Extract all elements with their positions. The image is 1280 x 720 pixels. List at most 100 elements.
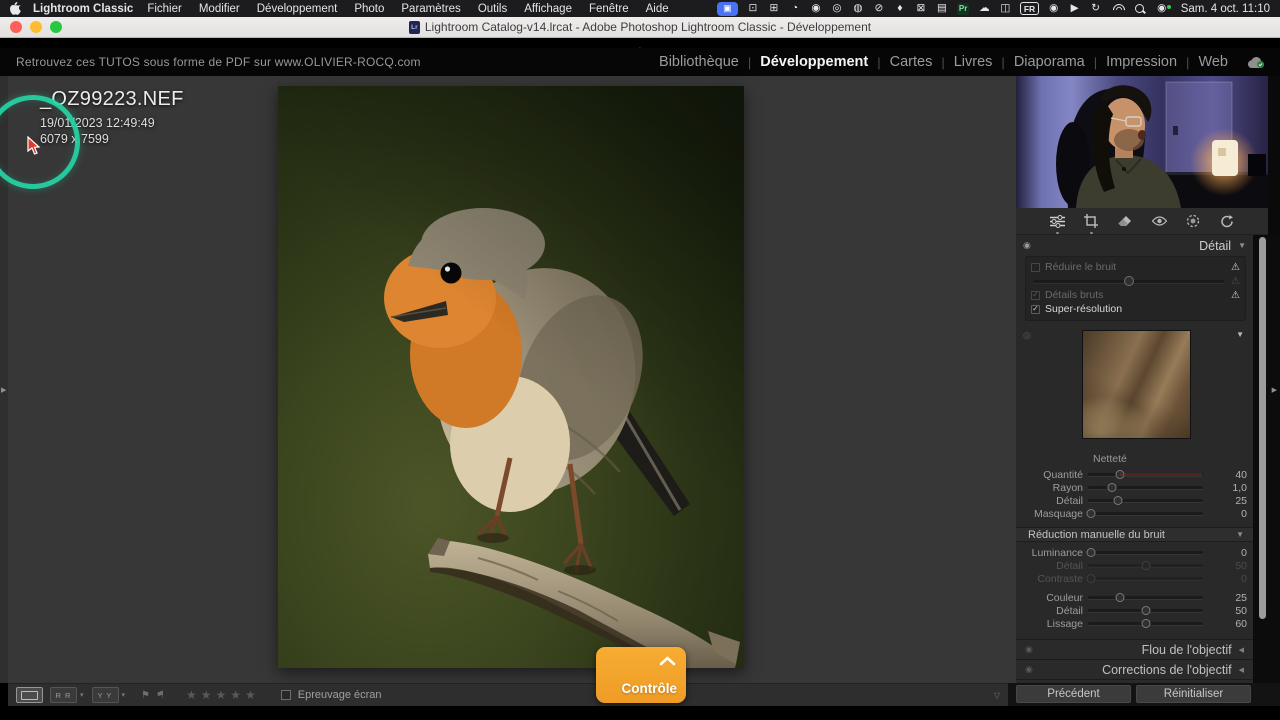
detail-collapse-icon[interactable]: ▼ xyxy=(1238,241,1246,250)
toolbar-options-caret-icon[interactable]: ▽ xyxy=(994,691,1000,700)
slider-track[interactable] xyxy=(1086,508,1203,518)
preview-target-icon[interactable]: ◎ xyxy=(1023,330,1031,341)
pointer-app-icon[interactable]: ◉ xyxy=(810,2,822,16)
apple-menu-icon[interactable] xyxy=(10,2,21,15)
cloud-sync-status-icon[interactable] xyxy=(1247,56,1266,69)
menubar-clock[interactable]: Sam. 4 oct. 11:10 xyxy=(1181,3,1270,15)
slider-thumb[interactable] xyxy=(1113,495,1123,505)
module-web[interactable]: Web xyxy=(1189,54,1237,70)
slider-thumb[interactable] xyxy=(1141,618,1150,628)
super-resolution-checkbox[interactable]: ✓ xyxy=(1031,304,1040,314)
slider-thumb[interactable] xyxy=(1086,508,1096,518)
detail-panel-header[interactable]: ◉ Détail ▼ xyxy=(1016,237,1253,254)
user-switch-icon[interactable]: ◉ xyxy=(1156,2,1171,16)
denoise-slider[interactable] xyxy=(1033,275,1225,286)
sync-icon[interactable] xyxy=(1219,213,1235,229)
soft-proof-checkbox[interactable] xyxy=(280,690,291,700)
previous-button[interactable]: Précédent xyxy=(1016,685,1131,703)
play-circle-icon[interactable]: ▶ xyxy=(1069,2,1081,16)
menu-fenêtre[interactable]: Fenêtre xyxy=(589,3,629,15)
audio-app-icon[interactable]: ◎ xyxy=(831,2,843,16)
menu-outils[interactable]: Outils xyxy=(478,3,507,15)
slider-track[interactable] xyxy=(1086,547,1203,557)
before-after-view-button[interactable]: Y Y xyxy=(91,687,119,703)
minimize-window-button[interactable] xyxy=(30,21,42,33)
reference-view-caret-icon[interactable]: ▾ xyxy=(79,691,85,699)
module-livres[interactable]: Livres xyxy=(945,54,1002,70)
panel-eye-icon[interactable]: ◉ xyxy=(1025,664,1033,675)
edit-sliders-icon[interactable] xyxy=(1049,213,1065,234)
preview-collapse-icon[interactable]: ▼ xyxy=(1236,330,1244,339)
menu-modifier[interactable]: Modifier xyxy=(199,3,240,15)
detail-preview-image[interactable] xyxy=(1082,330,1191,439)
slider-thumb[interactable] xyxy=(1141,605,1150,615)
slider-track[interactable] xyxy=(1088,482,1203,492)
slider-thumb[interactable] xyxy=(1141,560,1150,570)
module-cartes[interactable]: Cartes xyxy=(881,54,942,70)
chevron-up-icon[interactable] xyxy=(659,653,676,671)
module-développement[interactable]: Développement xyxy=(751,54,877,70)
menu-développement[interactable]: Développement xyxy=(257,3,338,15)
sidecar-icon[interactable]: ◫ xyxy=(999,2,1011,16)
input-source-badge[interactable]: FR xyxy=(1020,2,1039,15)
control-overlay-button[interactable]: Contrôle xyxy=(596,647,686,703)
clipboard-icon[interactable]: ▤ xyxy=(936,2,948,16)
expand-left-panel-icon[interactable]: ▶ xyxy=(1,386,6,394)
module-diaporama[interactable]: Diaporama xyxy=(1005,54,1094,70)
window-app-icon[interactable]: ⊠ xyxy=(915,2,927,16)
pick-flag-icon[interactable]: ⚑ xyxy=(141,690,150,701)
screen-capture-icon[interactable]: ▣ xyxy=(716,1,738,16)
panel-expand-icon[interactable]: ◀ xyxy=(1239,666,1244,674)
masking-icon[interactable] xyxy=(1185,213,1201,229)
menu-fichier[interactable]: Fichier xyxy=(147,3,182,15)
search-icon[interactable] xyxy=(1134,2,1147,16)
slider-thumb[interactable] xyxy=(1086,573,1096,583)
slider-thumb[interactable] xyxy=(1115,592,1125,602)
module-bibliothèque[interactable]: Bibliothèque xyxy=(650,54,748,70)
slider-track[interactable] xyxy=(1088,560,1203,570)
timer-badge-icon[interactable]: ◔ xyxy=(789,2,801,16)
slider-thumb[interactable] xyxy=(1086,547,1096,557)
menu-photo[interactable]: Photo xyxy=(354,3,384,15)
panel-scrollbar[interactable] xyxy=(1259,237,1266,619)
panel-flou-de-l-objectif[interactable]: ◉ Flou de l'objectif ◀ xyxy=(1016,639,1253,659)
panel-eye-icon[interactable]: ◉ xyxy=(1025,644,1033,655)
menu-aide[interactable]: Aide xyxy=(646,3,669,15)
menu-paramètres[interactable]: Paramètres xyxy=(401,3,460,15)
crop-icon[interactable] xyxy=(1083,213,1099,234)
wifi-icon[interactable] xyxy=(1111,2,1125,16)
reject-flag-icon[interactable]: ⚑ xyxy=(156,690,165,701)
camera-icon[interactable]: ⊡ xyxy=(747,2,759,16)
red-eye-icon[interactable] xyxy=(1151,213,1167,229)
slider-track[interactable] xyxy=(1088,592,1203,602)
loupe-view-button[interactable] xyxy=(16,687,43,703)
slider-track[interactable] xyxy=(1088,495,1203,505)
collapse-right-panel-icon[interactable]: ▶ xyxy=(1272,386,1277,394)
slider-track[interactable] xyxy=(1088,469,1203,479)
reset-button[interactable]: Réinitialiser xyxy=(1136,685,1251,703)
slider-track[interactable] xyxy=(1086,573,1203,583)
slider-track[interactable] xyxy=(1088,605,1203,615)
menubar-app-name[interactable]: Lightroom Classic xyxy=(33,3,133,15)
panel-expand-icon[interactable]: ◀ xyxy=(1239,646,1244,654)
drop-app-icon[interactable]: ♦ xyxy=(894,2,906,16)
reference-view-button[interactable]: R R xyxy=(50,687,77,703)
manual-nr-collapse-icon[interactable]: ▼ xyxy=(1236,530,1244,539)
signal-app-icon[interactable]: ⊘ xyxy=(873,2,885,16)
close-window-button[interactable] xyxy=(10,21,22,33)
panel-eye-icon[interactable]: ◉ xyxy=(1023,240,1031,251)
photo-canvas-robin[interactable] xyxy=(278,86,744,698)
slider-thumb[interactable] xyxy=(1115,469,1125,479)
manual-nr-header[interactable]: Réduction manuelle du bruit ▼ xyxy=(1016,527,1253,542)
top-panel-collapse-strip[interactable]: ▲ xyxy=(0,38,1280,53)
premiere-badge-icon[interactable]: Pr xyxy=(956,2,970,15)
raw-details-checkbox[interactable]: ✓ xyxy=(1031,290,1040,300)
focus-circle-icon[interactable]: ◉ xyxy=(1048,2,1060,16)
menu-affichage[interactable]: Affichage xyxy=(524,3,572,15)
module-impression[interactable]: Impression xyxy=(1097,54,1186,70)
zoom-window-button[interactable] xyxy=(50,21,62,33)
before-after-caret-icon[interactable]: ▾ xyxy=(121,691,127,699)
history-clock-icon[interactable]: ↻ xyxy=(1090,2,1102,16)
denoise-checkbox[interactable] xyxy=(1031,262,1040,272)
healing-eraser-icon[interactable] xyxy=(1117,213,1133,229)
